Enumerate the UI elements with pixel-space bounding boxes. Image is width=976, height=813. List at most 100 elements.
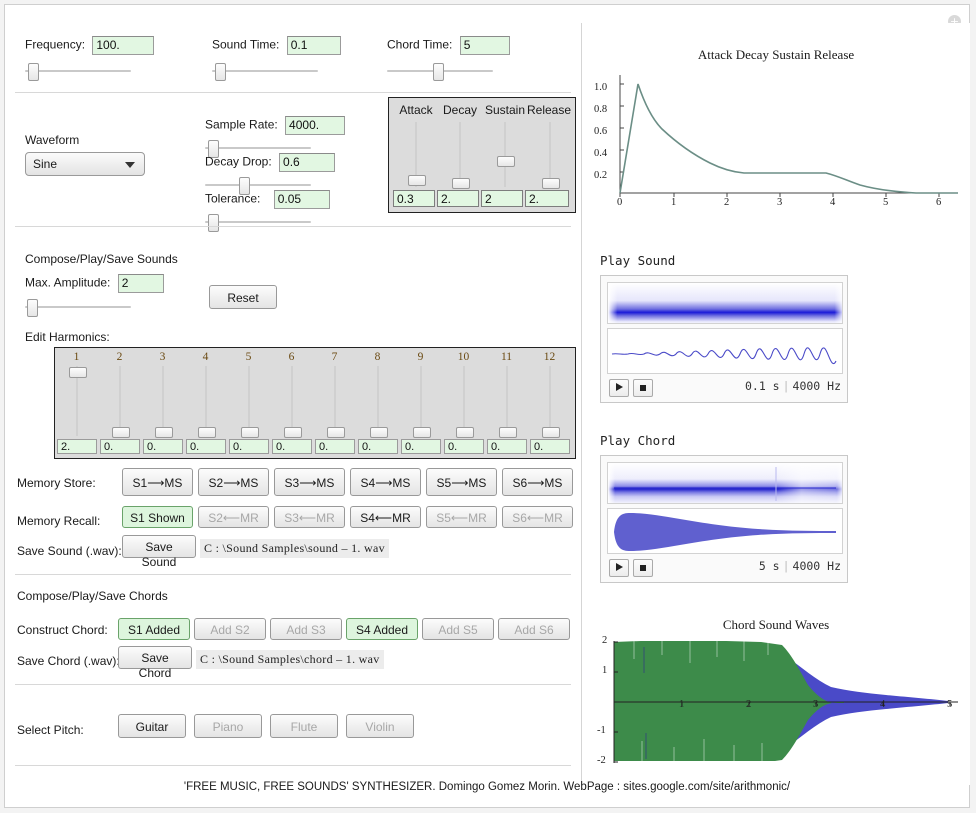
slider-thumb[interactable] <box>28 63 39 81</box>
harmonic-input[interactable]: 0. <box>186 439 226 454</box>
slider-thumb[interactable] <box>497 156 515 167</box>
harmonic-input[interactable]: 0. <box>487 439 527 454</box>
decay-drop-input[interactable]: 0.6 <box>279 153 336 172</box>
adsr-decay-input[interactable]: 2. <box>437 190 479 207</box>
sound-time-slider[interactable] <box>212 62 318 81</box>
harmonic-input[interactable]: 0. <box>272 439 312 454</box>
construct-chord-s6-button[interactable]: Add S6 <box>498 618 570 640</box>
adsr-attack-input[interactable]: 0.3 <box>393 190 435 207</box>
frequency-input[interactable]: 100. <box>92 36 155 55</box>
slider-thumb[interactable] <box>456 427 474 438</box>
harmonic-slider[interactable] <box>240 366 259 438</box>
slider-thumb[interactable] <box>327 427 345 438</box>
slider-thumb[interactable] <box>112 427 130 438</box>
chord-time-input[interactable]: 5 <box>459 36 510 55</box>
harmonic-input[interactable]: 0. <box>358 439 398 454</box>
memory-recall-s4-button[interactable]: S4⟵MR <box>350 506 421 528</box>
harmonic-slider[interactable] <box>326 366 345 438</box>
sample-rate-input[interactable]: 4000. <box>285 116 346 135</box>
frequency-slider[interactable] <box>25 62 131 81</box>
slider-thumb[interactable] <box>433 63 444 81</box>
construct-chord-s5-button[interactable]: Add S5 <box>422 618 494 640</box>
harmonic-input[interactable]: 0. <box>143 439 183 454</box>
pitch-violin-button[interactable]: Violin <box>346 714 414 738</box>
slider-thumb[interactable] <box>499 427 517 438</box>
memory-recall-s3-button[interactable]: S3⟵MR <box>274 506 345 528</box>
construct-chord-s2-button[interactable]: Add S2 <box>194 618 266 640</box>
memory-recall-s1-button[interactable]: S1 Shown <box>122 506 193 528</box>
adsr-release-input[interactable]: 2. <box>525 190 569 207</box>
construct-chord-s4-button[interactable]: S4 Added <box>346 618 418 640</box>
harmonic-slider[interactable] <box>541 366 560 438</box>
harmonic-slider[interactable] <box>498 366 517 438</box>
adsr-decay-slider[interactable] <box>451 122 470 189</box>
play-chord-play-button[interactable] <box>609 559 629 577</box>
chord-ytick-1: 1 <box>602 665 608 676</box>
memory-recall-s5-button[interactable]: S5⟵MR <box>426 506 497 528</box>
harmonic-slider[interactable] <box>455 366 474 438</box>
slider-thumb[interactable] <box>413 427 431 438</box>
slider-thumb[interactable] <box>542 427 560 438</box>
max-amplitude-slider[interactable] <box>25 298 131 317</box>
harmonic-input[interactable]: 0. <box>315 439 355 454</box>
slider-thumb[interactable] <box>198 427 216 438</box>
adsr-sustain-input[interactable]: 2 <box>481 190 523 207</box>
slider-thumb[interactable] <box>27 299 38 317</box>
memory-store-s6-button[interactable]: S6⟶MS <box>502 468 573 496</box>
harmonic-input[interactable]: 0. <box>229 439 269 454</box>
construct-chord-s1-button[interactable]: S1 Added <box>118 618 190 640</box>
chord-time-slider[interactable] <box>387 62 493 81</box>
slider-thumb[interactable] <box>452 178 470 189</box>
harmonic-input[interactable]: 0. <box>444 439 484 454</box>
memory-recall-s6-button[interactable]: S6⟵MR <box>502 506 573 528</box>
sound-time-input[interactable]: 0.1 <box>286 36 341 55</box>
save-chord-button[interactable]: Save Chord <box>118 646 192 680</box>
tolerance-slider[interactable] <box>205 213 311 232</box>
pitch-piano-button[interactable]: Piano <box>194 714 262 738</box>
slider-thumb[interactable] <box>241 427 259 438</box>
harmonic-slider[interactable] <box>154 366 173 438</box>
pitch-guitar-button[interactable]: Guitar <box>118 714 186 738</box>
slider-thumb[interactable] <box>69 367 87 378</box>
slider-thumb[interactable] <box>215 63 226 81</box>
harmonic-slider[interactable] <box>283 366 302 438</box>
harmonic-input[interactable]: 2. <box>57 439 97 454</box>
adsr-sustain-slider[interactable] <box>496 122 515 187</box>
memory-store-s4-button[interactable]: S4⟶MS <box>350 468 421 496</box>
harmonic-slider[interactable] <box>369 366 388 438</box>
pitch-flute-button[interactable]: Flute <box>270 714 338 738</box>
harmonic-column: 11 0. <box>485 348 528 458</box>
harmonic-input[interactable]: 0. <box>530 439 570 454</box>
play-chord-stop-button[interactable] <box>633 559 653 577</box>
memory-store-s1-button[interactable]: S1⟶MS <box>122 468 193 496</box>
harmonic-input[interactable]: 0. <box>100 439 140 454</box>
play-sound-play-button[interactable] <box>609 379 629 397</box>
play-chord-info: 5 s | 4000 Hz <box>759 559 841 573</box>
memory-recall-s2-button[interactable]: S2⟵MR <box>198 506 269 528</box>
adsr-attack-slider[interactable] <box>407 122 426 187</box>
slider-thumb[interactable] <box>155 427 173 438</box>
memory-store-s3-button[interactable]: S3⟶MS <box>274 468 345 496</box>
harmonic-slider[interactable] <box>111 366 130 438</box>
harmonic-slider[interactable] <box>68 366 87 436</box>
slider-thumb[interactable] <box>408 175 426 186</box>
adsr-release-slider[interactable] <box>541 122 560 189</box>
save-sound-button[interactable]: Save Sound <box>122 535 196 569</box>
slider-thumb[interactable] <box>370 427 388 438</box>
harmonic-input[interactable]: 0. <box>401 439 441 454</box>
memory-store-s5-button[interactable]: S5⟶MS <box>426 468 497 496</box>
slider-thumb[interactable] <box>542 178 560 189</box>
harmonic-slider[interactable] <box>412 366 431 438</box>
slider-thumb[interactable] <box>284 427 302 438</box>
memory-store-s2-button[interactable]: S2⟶MS <box>198 468 269 496</box>
sample-rate-label: Sample Rate: <box>205 117 278 132</box>
reset-button[interactable]: Reset <box>209 285 277 309</box>
tolerance-input[interactable]: 0.05 <box>273 190 330 209</box>
construct-chord-s3-button[interactable]: Add S3 <box>270 618 342 640</box>
max-amplitude-input[interactable]: 2 <box>117 274 164 293</box>
waveform-select[interactable]: Sine <box>25 152 145 176</box>
harmonic-slider[interactable] <box>197 366 216 438</box>
info-separator: | <box>782 559 790 573</box>
play-sound-stop-button[interactable] <box>633 379 653 397</box>
slider-thumb[interactable] <box>208 214 219 232</box>
